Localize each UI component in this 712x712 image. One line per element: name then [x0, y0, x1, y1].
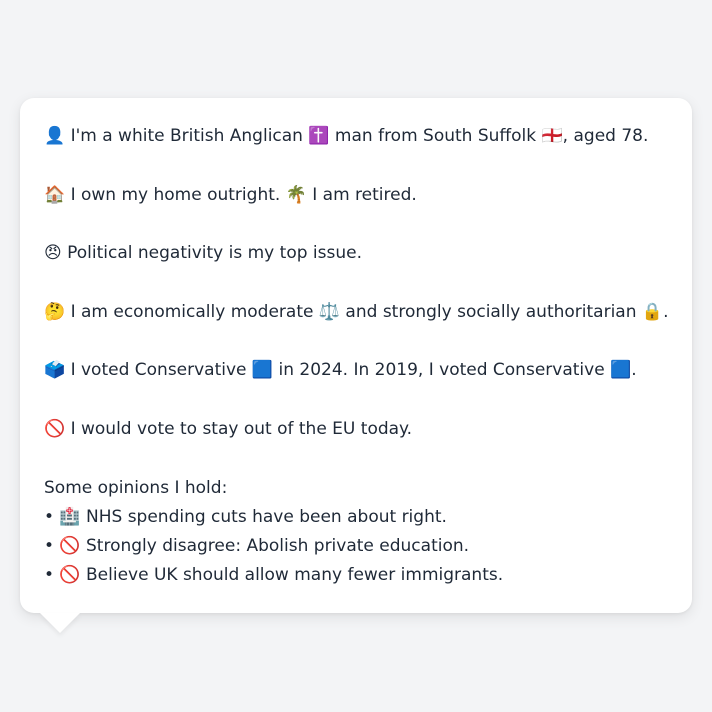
- top-issue-line: 😠 Political negativity is my top issue.: [44, 243, 362, 264]
- opinions-heading: Some opinions I hold:: [44, 477, 228, 498]
- speech-bubble-tail: [40, 613, 80, 633]
- opinion-item: • 🏥 NHS spending cuts have been about ri…: [44, 506, 447, 527]
- opinion-item: • 🚫 Strongly disagree: Abolish private e…: [44, 536, 470, 557]
- vote-history-line: 🗳️ I voted Conservative 🟦 in 2024. In 20…: [44, 360, 637, 381]
- opinion-item: • 🚫 Believe UK should allow many fewer i…: [44, 565, 504, 586]
- eu-line: 🚫 I would vote to stay out of the EU tod…: [44, 418, 413, 439]
- persona-speech-bubble: 👤 I'm a white British Anglican ✝️ man fr…: [20, 98, 692, 613]
- housing-line: 🏠 I own my home outright. 🌴 I am retired…: [44, 184, 417, 205]
- identity-line: 👤 I'm a white British Anglican ✝️ man fr…: [44, 126, 649, 146]
- ideology-line: 🤔 I am economically moderate ⚖️ and stro…: [44, 301, 669, 322]
